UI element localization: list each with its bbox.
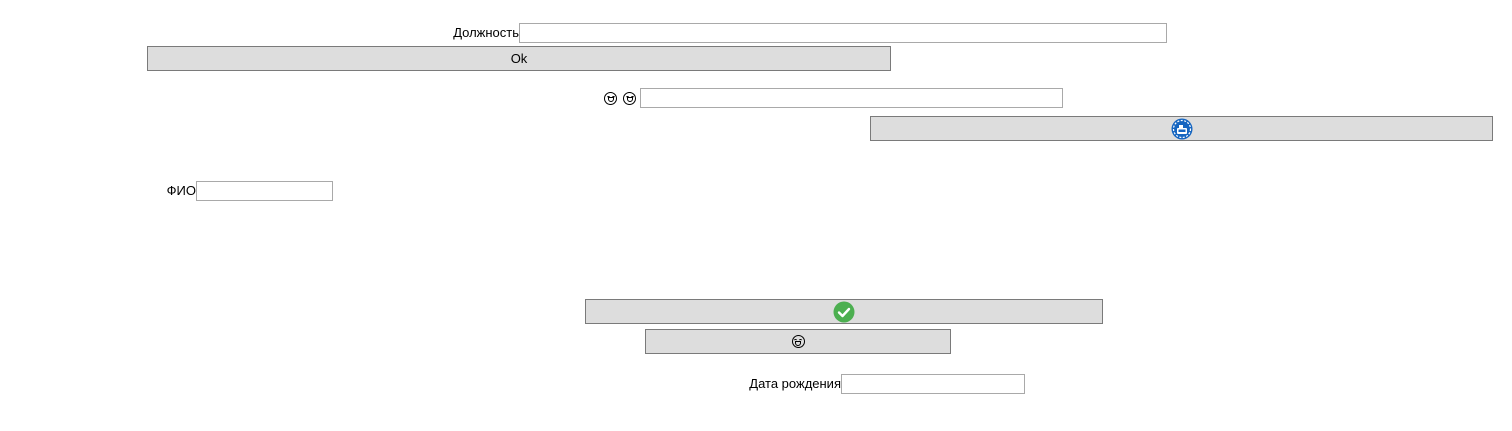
fio-label: ФИО <box>166 183 196 198</box>
position-input[interactable] <box>519 23 1167 43</box>
birthdate-input[interactable] <box>841 374 1025 394</box>
emoji-pair <box>604 88 636 108</box>
checkmark-icon <box>833 301 855 322</box>
birthdate-label: Дата рождения <box>749 376 841 391</box>
grinning-face-icon <box>623 91 636 105</box>
ok-button-label: Ok <box>510 51 528 66</box>
emoji-button[interactable] <box>645 329 951 354</box>
confirm-button[interactable] <box>585 299 1103 324</box>
position-label: Должность <box>453 25 519 40</box>
ok-button[interactable]: Ok <box>147 46 891 71</box>
save-icon <box>1171 118 1192 139</box>
save-button[interactable] <box>870 116 1493 141</box>
emoji-input[interactable] <box>640 88 1063 108</box>
fio-input[interactable] <box>196 181 333 201</box>
laughing-face-icon <box>604 91 617 105</box>
form-window: Должность Ok ФИО Дата рождения <box>0 0 1512 431</box>
laughing-face-icon <box>791 335 805 348</box>
